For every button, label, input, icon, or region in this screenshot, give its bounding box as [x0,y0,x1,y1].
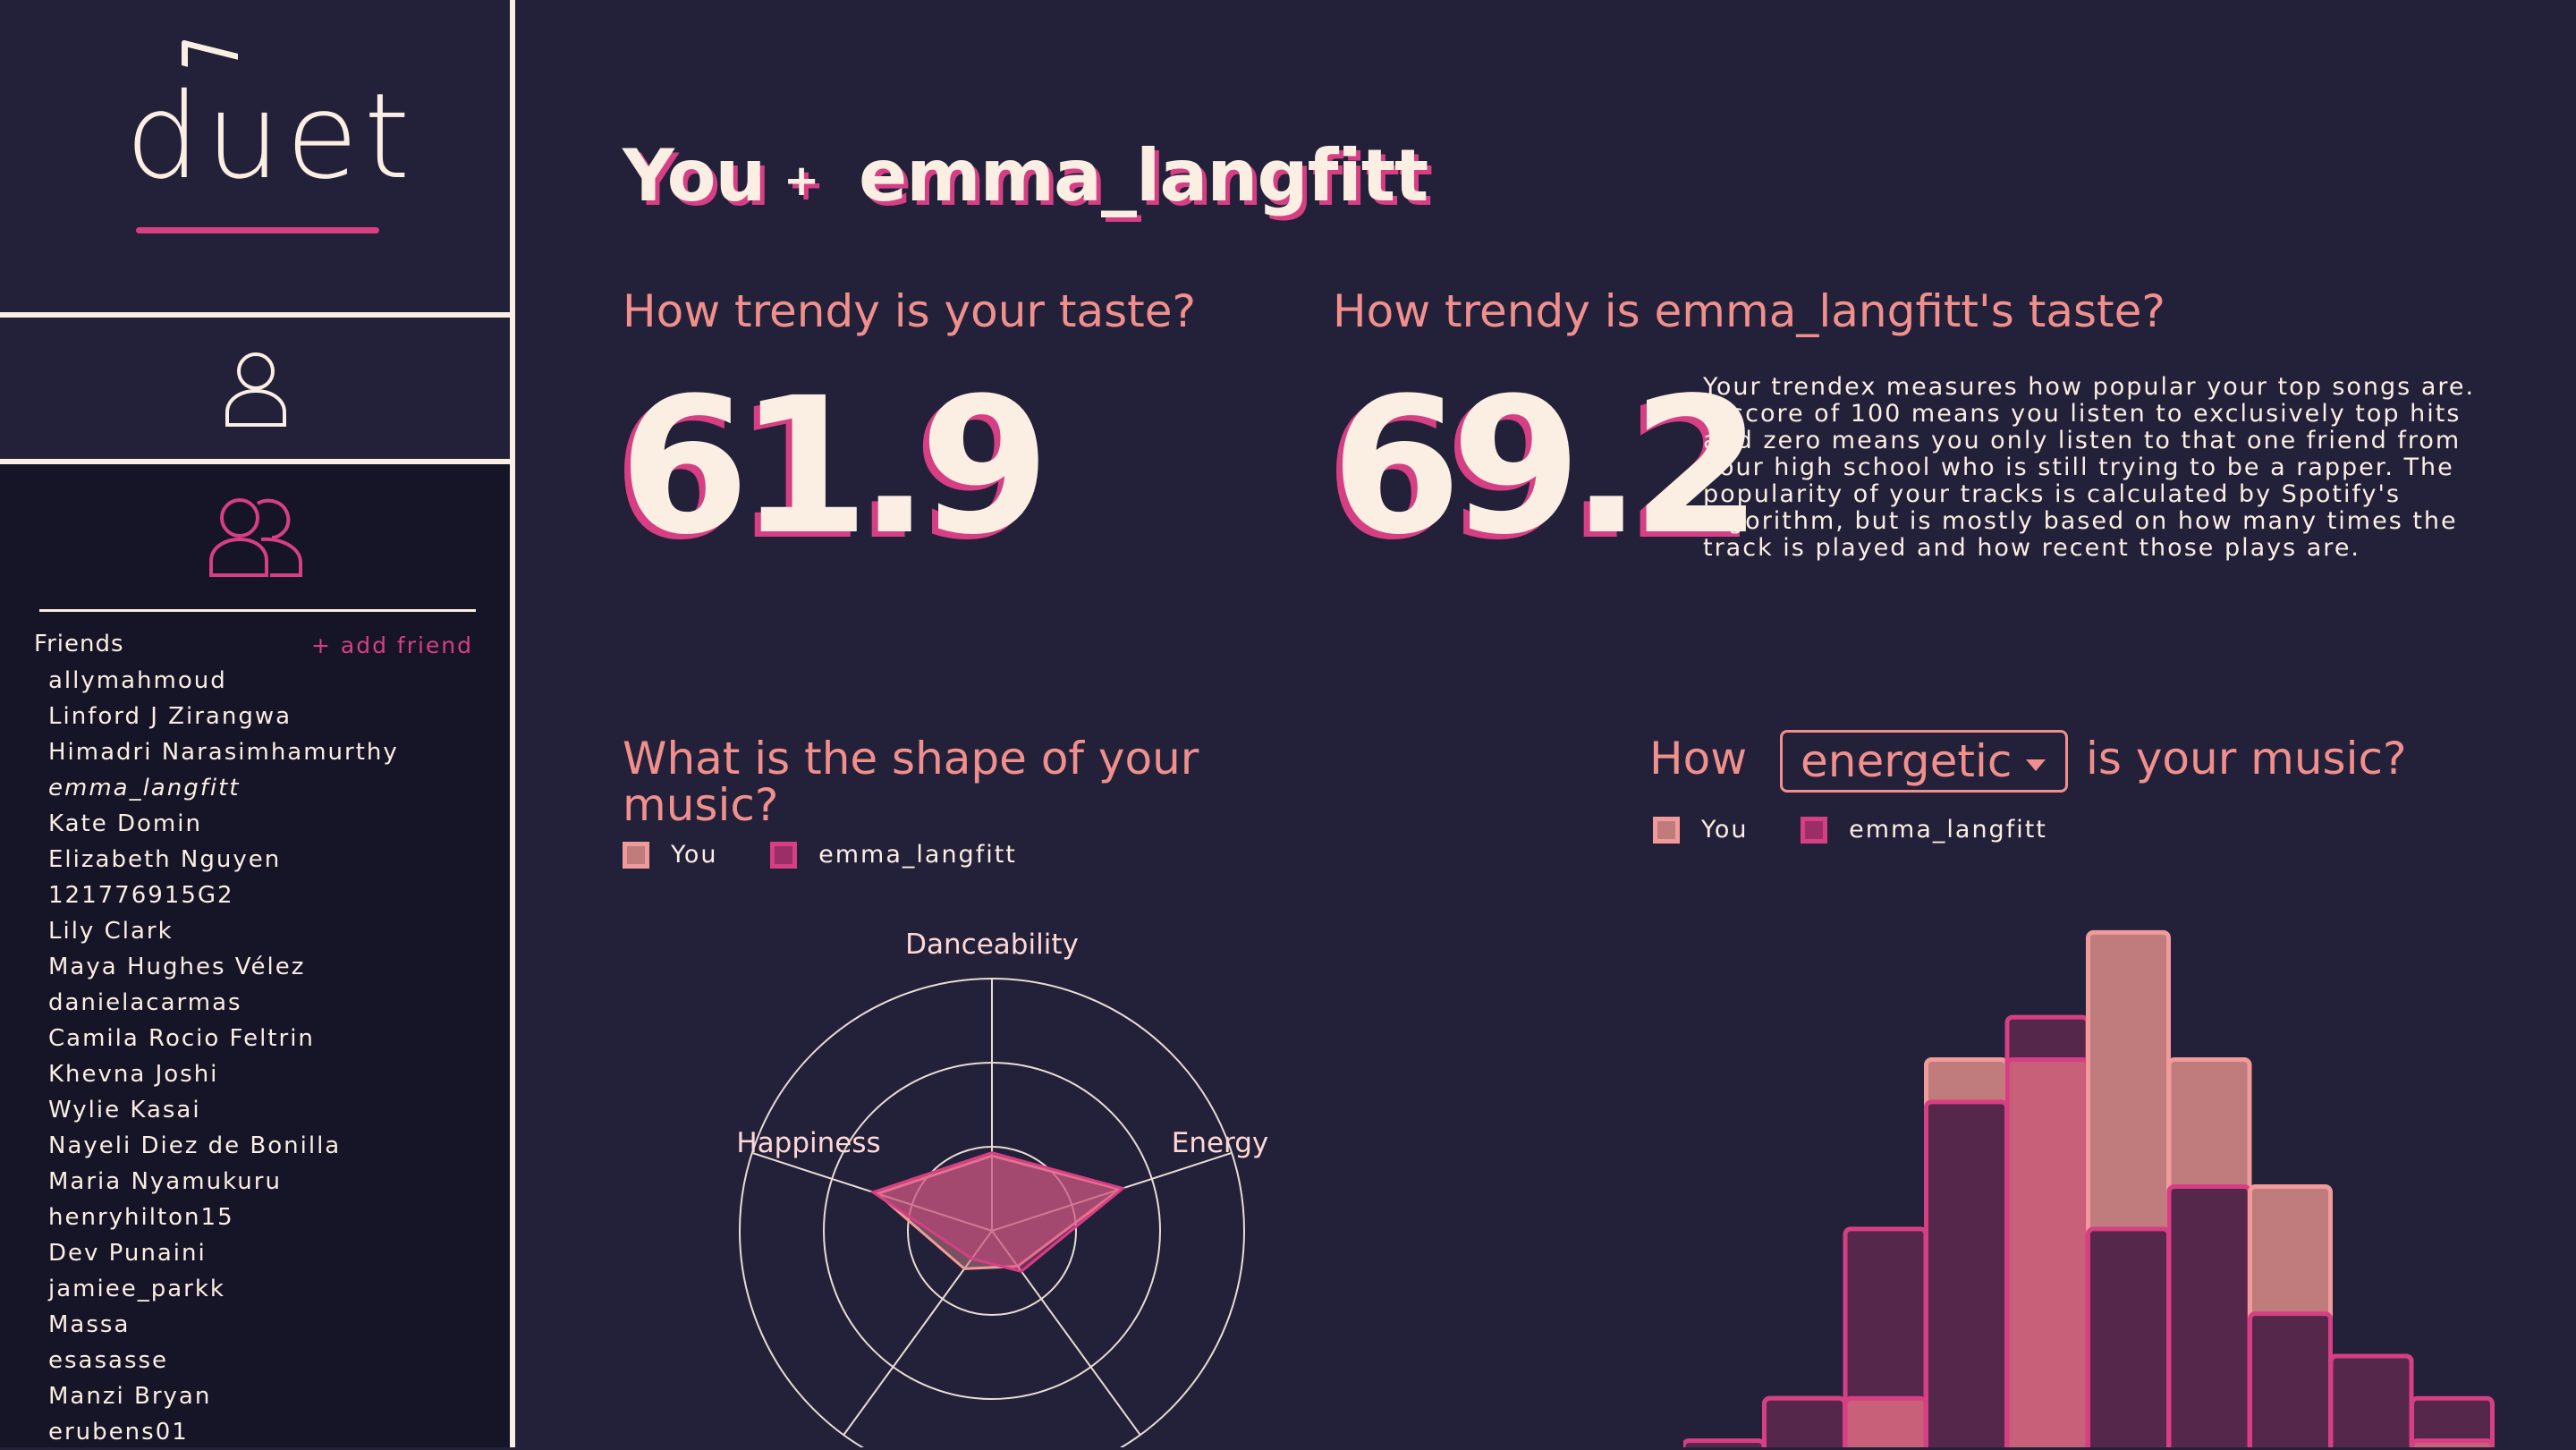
shape-legend: You emma_langfitt [623,841,1060,875]
add-friend-link[interactable]: + add friend [311,632,473,658]
legend-you-swatch [1653,816,1680,844]
your-trendex-score: 61.9 [619,357,1050,576]
friend-trendex-question: How trendy is emma_langfitt's taste? [1333,285,2165,337]
friend-item[interactable]: Linford J Zirangwa [48,699,399,734]
bar-friend [2328,1353,2414,1447]
friends-divider [39,609,476,612]
title-plus: + [784,156,819,206]
radar-chart: Danceability Energy Happiness [736,929,1269,1447]
legend-friend-swatch [1801,816,1828,844]
friend-item[interactable]: Lily Clark [48,913,399,949]
bar-friend [1683,1438,1767,1447]
energy-question-prefix: How [1649,733,1748,784]
chevron-down-icon [2026,759,2046,771]
title-you: You [623,134,766,217]
radar-axis-label-energy: Energy [1172,1127,1269,1159]
energy-question-suffix: is your music? [2086,733,2407,784]
friend-item[interactable]: erubens01 [48,1414,399,1450]
sidebar: duet Friends + add friend allymahmoud Li… [0,0,515,1447]
energy-legend: You emma_langfitt [1653,816,2090,850]
friend-item[interactable]: Massa [48,1307,399,1343]
bar-friend [2166,1184,2252,1447]
friend-item[interactable]: Elizabeth Nguyen [48,842,399,878]
bar-friend [2248,1311,2333,1447]
profile-nav [0,318,510,464]
friend-item[interactable]: Manzi Bryan [48,1378,399,1414]
logo[interactable]: duet [125,70,415,204]
friend-item[interactable]: Himadri Narasimhamurthy [48,734,399,770]
friend-item[interactable]: esasasse [48,1343,399,1378]
bar-friend [1924,1099,2009,1447]
main-content: You + emma_langfitt How trendy is your t… [521,0,2576,1447]
friend-trendex-score: 69.2 [1331,357,1762,576]
title-friend-name: emma_langfitt [859,134,1428,217]
radar-axis-label-danceability: Danceability [905,929,1079,961]
logo-area: duet [0,0,510,318]
friend-item[interactable]: Dev Punaini [48,1235,399,1271]
user-icon[interactable] [224,350,288,427]
friends-icon[interactable] [208,495,306,579]
friends-header: Friends [34,631,124,657]
friend-item[interactable]: Camila Rocio Feltrin [48,1021,399,1056]
friend-item[interactable]: Maria Nyamukuru [48,1164,399,1200]
friend-item[interactable]: Kate Domin [48,806,399,842]
legend-you-swatch [623,841,649,869]
friend-item[interactable]: jamiee_parkk [48,1271,399,1307]
legend-friend-swatch [770,841,798,869]
your-trendex-question: How trendy is your taste? [623,285,1197,337]
shape-question: What is the shape of your music? [623,733,1199,831]
friend-item[interactable]: 121776915G2 [48,878,399,913]
friend-item-active[interactable]: emma_langfitt [48,770,399,806]
legend-you: You [1653,816,1749,844]
energy-histogram [1683,929,2495,1447]
metric-dropdown-value: energetic [1801,735,2012,787]
legend-friend: emma_langfitt [1801,816,2047,844]
friend-item[interactable]: Wylie Kasai [48,1092,399,1128]
logo-underline [136,227,379,233]
bar-you [2410,1438,2495,1447]
legend-friend: emma_langfitt [770,841,1017,869]
friend-list: allymahmoud Linford J Zirangwa Himadri N… [48,663,399,1450]
friend-item[interactable]: henryhilton15 [48,1200,399,1235]
friend-item[interactable]: danielacarmas [48,985,399,1021]
radar-axis-label-happiness: Happiness [736,1127,880,1159]
bar-you [2004,1056,2090,1447]
bar-friend [2086,1226,2171,1447]
trendex-description: Your trendex measures how popular your t… [1703,373,2476,562]
metric-dropdown[interactable]: energetic [1780,730,2068,793]
bar-friend [1762,1395,1847,1447]
friends-panel: Friends + add friend allymahmoud Linford… [0,464,510,1447]
legend-friend-label: emma_langfitt [1849,816,2047,844]
friend-item[interactable]: allymahmoud [48,663,399,699]
legend-you-label: You [1701,816,1749,844]
legend-you-label: You [671,841,718,869]
legend-friend-label: emma_langfitt [818,841,1017,869]
bar-you [1843,1395,1928,1447]
friend-item[interactable]: Khevna Joshi [48,1056,399,1092]
friend-item[interactable]: Nayeli Diez de Bonilla [48,1128,399,1164]
legend-you: You [623,841,718,869]
friend-item[interactable]: Maya Hughes Vélez [48,949,399,985]
